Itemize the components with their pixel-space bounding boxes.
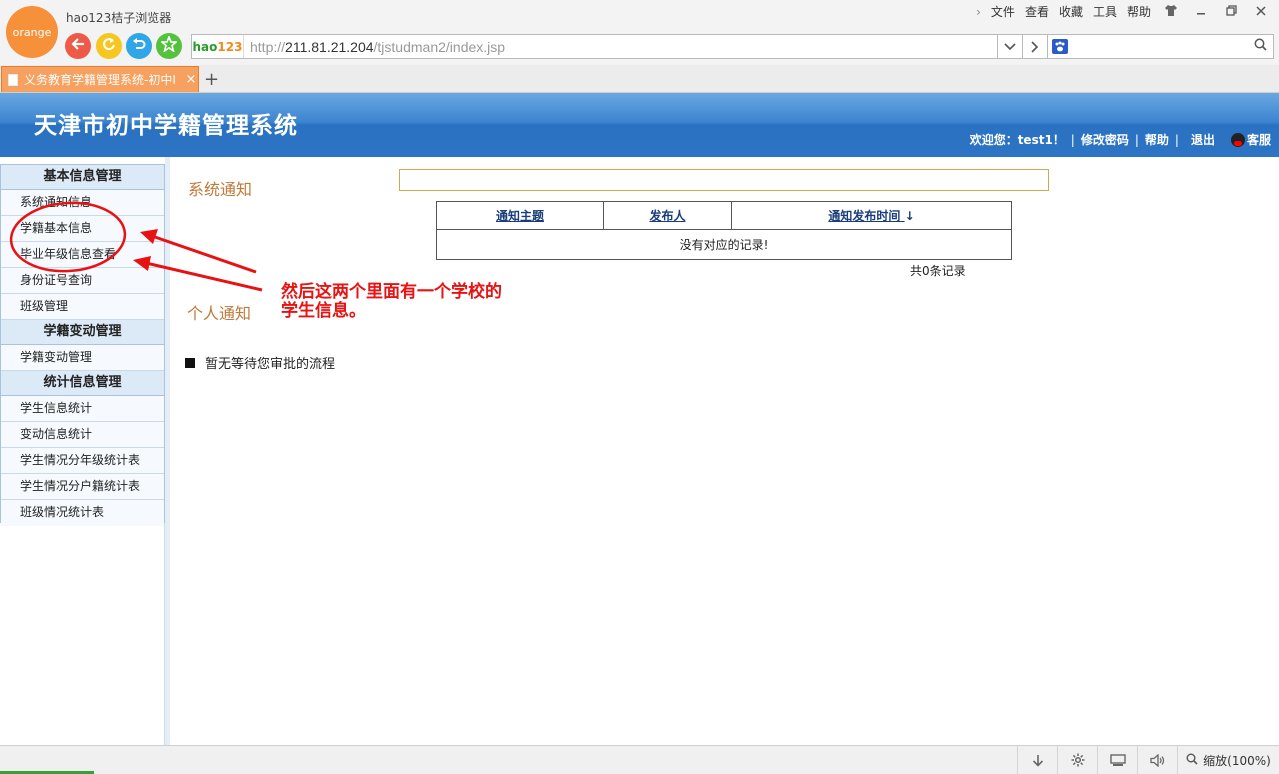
sidebar-section-basic-info[interactable]: 基本信息管理 bbox=[1, 165, 164, 190]
sidebar-item-student-basic-info[interactable]: 学籍基本信息 bbox=[1, 216, 164, 242]
annotation-line-1: 然后这两个里面有一个学校的 bbox=[281, 282, 502, 302]
browser-menubar: › 文件 查看 收藏 工具 帮助 bbox=[976, 3, 1271, 20]
sidebar: 基本信息管理 系统通知信息 学籍基本信息 毕业年级信息查看 身份证号查询 班级管… bbox=[0, 164, 165, 526]
page-header: 天津市初中学籍管理系统 欢迎您：test1！ | 修改密码 | 帮助 | 退出 … bbox=[0, 93, 1279, 157]
url-path: /tjstudman2/index.jsp bbox=[373, 38, 506, 55]
col-subject[interactable]: 通知主题 bbox=[436, 201, 604, 230]
address-actions bbox=[998, 34, 1048, 59]
welcome-text: 欢迎您：test1！ bbox=[969, 133, 1065, 147]
zoom-label: 缩放(100%) bbox=[1203, 753, 1271, 768]
tab-bar: 义务教育学籍管理系统-初中I × + bbox=[0, 65, 1279, 93]
sidebar-section-status-change[interactable]: 学籍变动管理 bbox=[1, 320, 164, 345]
sidebar-empty-area bbox=[0, 523, 165, 745]
sidebar-divider bbox=[165, 157, 170, 745]
sort-down-icon: ↓ bbox=[904, 209, 915, 223]
brand-num: 123 bbox=[217, 39, 243, 54]
close-window-icon[interactable] bbox=[1251, 5, 1271, 19]
new-tab-icon[interactable]: + bbox=[204, 69, 219, 90]
home-button[interactable] bbox=[126, 33, 152, 59]
url-prefix: http:// bbox=[250, 38, 286, 55]
url-text[interactable]: http://211.81.21.204/tjstudman2/index.js… bbox=[244, 39, 505, 55]
go-arrow-icon[interactable] bbox=[1023, 34, 1048, 59]
col-publish-time-label: 通知发布时间 bbox=[828, 209, 901, 223]
star-icon bbox=[159, 34, 179, 56]
empty-record-text: 没有对应的记录! bbox=[436, 229, 1012, 260]
brand-hao: hao bbox=[192, 39, 218, 54]
table-row: 没有对应的记录! bbox=[436, 229, 1012, 260]
col-publisher[interactable]: 发布人 bbox=[603, 201, 732, 230]
refresh-button[interactable] bbox=[96, 33, 122, 59]
search-icon[interactable] bbox=[1254, 38, 1267, 55]
menu-help[interactable]: 帮助 bbox=[1127, 3, 1151, 20]
skin-icon[interactable] bbox=[1161, 4, 1181, 19]
col-publish-time[interactable]: 通知发布时间 ↓ bbox=[731, 201, 1012, 230]
display-mode-icon[interactable] bbox=[1097, 746, 1137, 774]
address-bar[interactable]: hao 123 http://211.81.21.204/tjstudman2/i… bbox=[191, 34, 998, 59]
browser-app-title: hao123桔子浏览器 bbox=[66, 11, 172, 25]
annotation-line-2: 学生信息。 bbox=[281, 301, 366, 321]
page-icon bbox=[8, 73, 18, 86]
back-arrow-icon bbox=[71, 37, 85, 55]
site-title: 天津市初中学籍管理系统 bbox=[34, 113, 298, 139]
change-password-link[interactable]: 修改密码 bbox=[1081, 131, 1129, 148]
customer-service-link[interactable]: 客服 bbox=[1247, 131, 1271, 148]
settings-gear-icon[interactable] bbox=[1057, 746, 1097, 774]
tab-active[interactable]: 义务教育学籍管理系统-初中I × bbox=[1, 66, 199, 92]
status-bar: 缩放(100%) bbox=[0, 745, 1279, 774]
sidebar-item-system-notice[interactable]: 系统通知信息 bbox=[1, 190, 164, 216]
qq-icon[interactable] bbox=[1230, 132, 1245, 147]
sidebar-item-id-query[interactable]: 身份证号查询 bbox=[1, 268, 164, 294]
sidebar-item-class-management[interactable]: 班级管理 bbox=[1, 294, 164, 320]
divider: | bbox=[1134, 132, 1139, 147]
browser-chrome: orange hao123桔子浏览器 › 文件 查看 收藏 工具 帮助 hao … bbox=[0, 0, 1279, 93]
undo-icon bbox=[132, 37, 146, 55]
zoom-icon bbox=[1186, 753, 1198, 768]
tab-title: 义务教育学籍管理系统-初中I bbox=[24, 73, 176, 87]
notice-marquee bbox=[399, 169, 1049, 191]
search-engine-icon[interactable] bbox=[1052, 39, 1068, 54]
restore-icon[interactable] bbox=[1221, 4, 1241, 19]
back-button[interactable] bbox=[65, 33, 91, 59]
url-host: 211.81.21.204 bbox=[285, 38, 374, 55]
personal-notice-title: 个人通知 bbox=[187, 304, 252, 323]
divider: | bbox=[1174, 132, 1179, 147]
sidebar-item-grade-stats[interactable]: 学生情况分年级统计表 bbox=[1, 448, 164, 474]
sidebar-item-change-stats[interactable]: 变动信息统计 bbox=[1, 422, 164, 448]
refresh-icon bbox=[102, 37, 116, 55]
bullet-square-icon bbox=[185, 357, 195, 368]
search-input[interactable] bbox=[1047, 34, 1274, 59]
menu-favorites[interactable]: 收藏 bbox=[1059, 3, 1083, 20]
divider: | bbox=[1070, 132, 1075, 147]
close-tab-icon[interactable]: × bbox=[184, 72, 198, 87]
sidebar-item-student-stats[interactable]: 学生信息统计 bbox=[1, 396, 164, 422]
record-count: 共0条记录 bbox=[910, 264, 966, 278]
logout-link[interactable]: 退出 bbox=[1191, 131, 1215, 148]
zoom-control[interactable]: 缩放(100%) bbox=[1177, 746, 1279, 774]
notice-table: 通知主题 发布人 通知发布时间 ↓ 没有对应的记录! bbox=[436, 201, 1012, 260]
pending-approval: 暂无等待您审批的流程 bbox=[185, 353, 335, 372]
hao123-brand-icon[interactable]: hao 123 bbox=[192, 35, 244, 58]
sidebar-item-status-change[interactable]: 学籍变动管理 bbox=[1, 345, 164, 371]
menu-file[interactable]: 文件 bbox=[991, 3, 1015, 20]
menu-tools[interactable]: 工具 bbox=[1093, 3, 1117, 20]
sidebar-section-statistics[interactable]: 统计信息管理 bbox=[1, 371, 164, 396]
sidebar-item-graduate-grade-info[interactable]: 毕业年级信息查看 bbox=[1, 242, 164, 268]
volume-icon[interactable] bbox=[1137, 746, 1177, 774]
sidebar-item-household-stats[interactable]: 学生情况分户籍统计表 bbox=[1, 474, 164, 500]
menu-chevron-icon[interactable]: › bbox=[976, 5, 981, 19]
minimize-icon[interactable] bbox=[1191, 5, 1211, 19]
dropdown-chevron-icon[interactable] bbox=[998, 34, 1023, 59]
download-icon[interactable] bbox=[1017, 746, 1057, 774]
pending-text: 暂无等待您审批的流程 bbox=[205, 357, 336, 372]
system-notice-title: 系统通知 bbox=[188, 180, 253, 199]
status-icons: 缩放(100%) bbox=[1017, 746, 1279, 774]
browser-logo: orange bbox=[6, 6, 58, 58]
menu-view[interactable]: 查看 bbox=[1025, 3, 1049, 20]
table-header-row: 通知主题 发布人 通知发布时间 ↓ bbox=[436, 201, 1012, 230]
annotation-text: 然后这两个里面有一个学校的 学生信息。 bbox=[281, 283, 502, 321]
header-links: 欢迎您：test1！ | 修改密码 | 帮助 | 退出 客服 bbox=[970, 131, 1271, 148]
favorite-button[interactable] bbox=[156, 33, 182, 59]
help-link[interactable]: 帮助 bbox=[1145, 131, 1169, 148]
